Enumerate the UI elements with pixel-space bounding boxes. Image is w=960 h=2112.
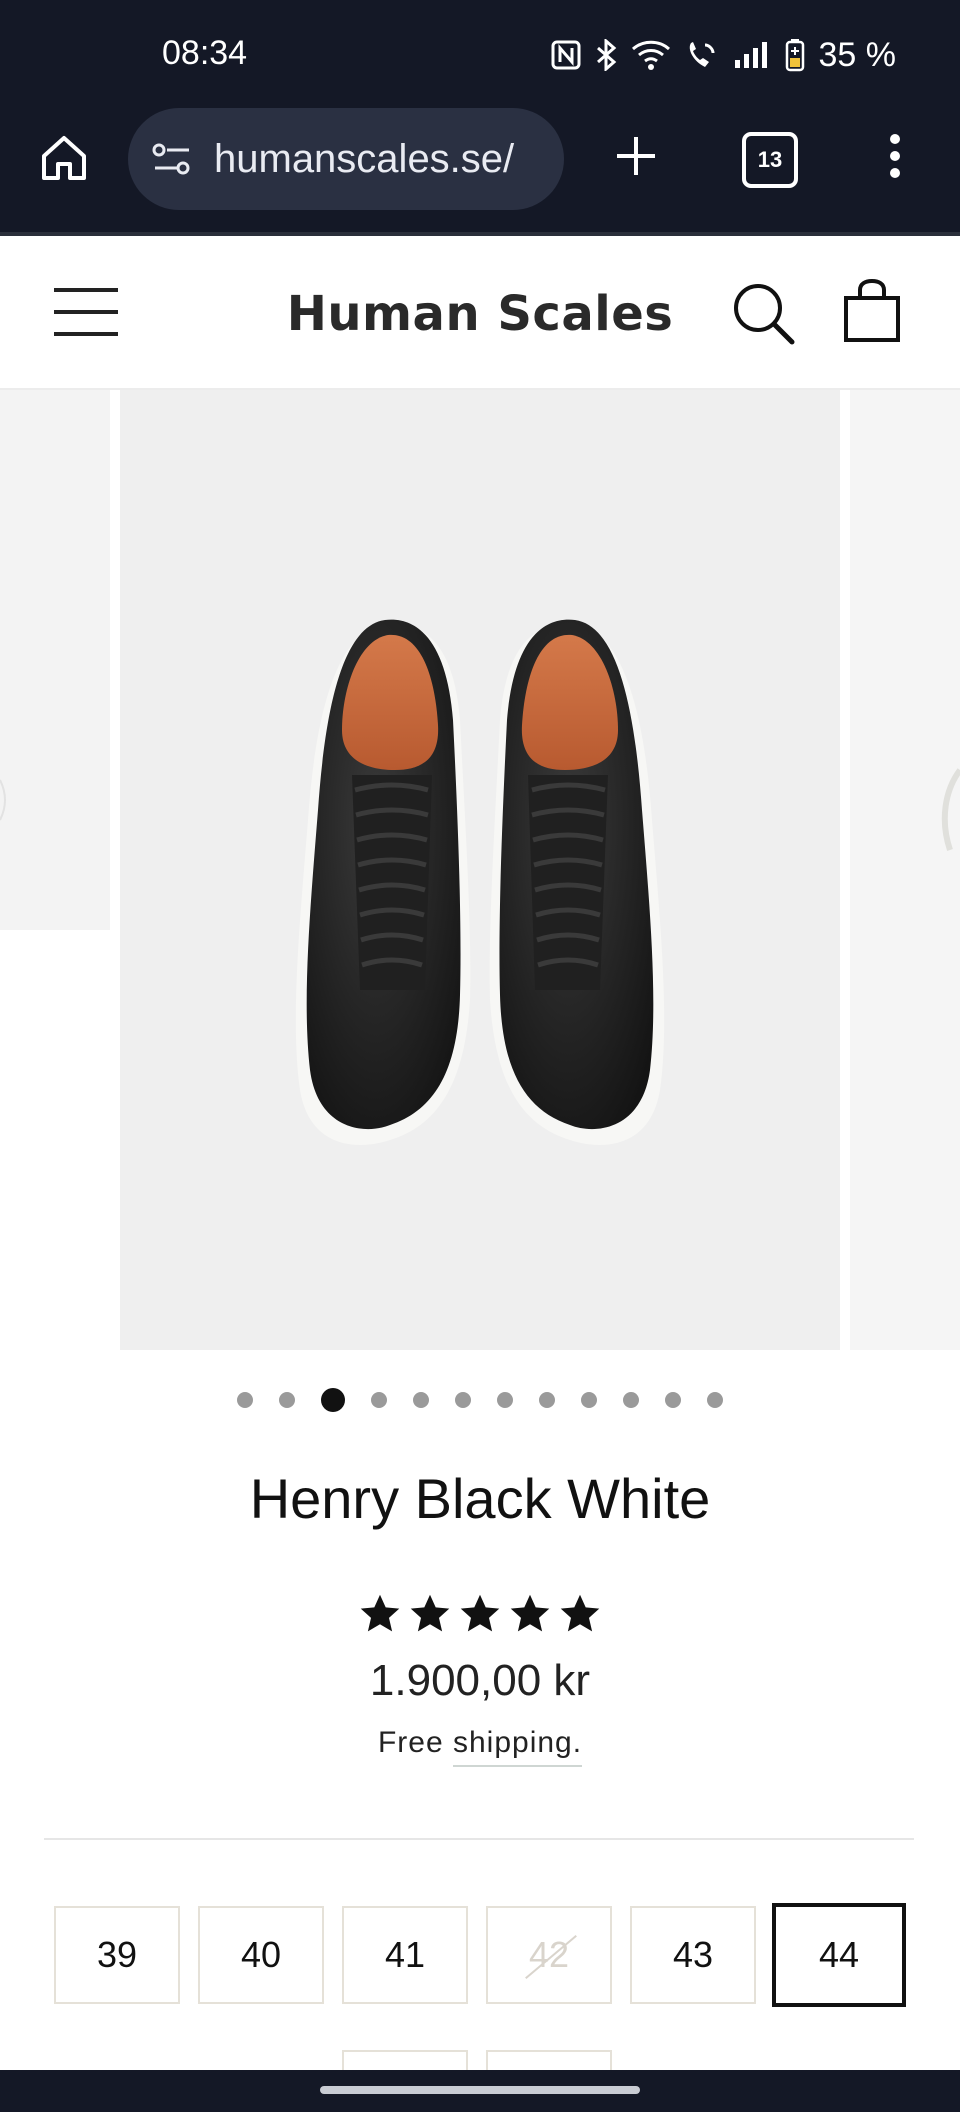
site-settings-icon[interactable] — [150, 137, 194, 181]
home-icon — [42, 136, 86, 180]
site-header: Human Scales — [0, 232, 960, 390]
size-option-39[interactable]: 39 — [54, 1906, 180, 2004]
system-navigation-bar — [0, 2070, 960, 2112]
size-option-44[interactable]: 44 — [772, 1903, 906, 2007]
url-text[interactable]: humanscales.se/ — [214, 137, 514, 182]
carousel-dot[interactable] — [237, 1392, 253, 1408]
carousel-dot[interactable] — [321, 1388, 345, 1412]
carousel-dot[interactable] — [497, 1392, 513, 1408]
size-selector: 39 40 41 42 43 44 — [54, 1903, 910, 2007]
new-tab-button[interactable] — [606, 126, 666, 186]
star-icon — [360, 1594, 400, 1632]
carousel-dot[interactable] — [707, 1392, 723, 1408]
wifi-calling-icon — [685, 39, 719, 71]
left-shoe — [295, 619, 471, 1145]
home-button[interactable] — [34, 128, 94, 188]
carousel-dot[interactable] — [539, 1392, 555, 1408]
carousel-dot[interactable] — [371, 1392, 387, 1408]
address-bar[interactable]: humanscales.se/ — [128, 108, 564, 210]
battery-level: 35 % — [818, 35, 897, 74]
product-price: 1.900,00 kr — [369, 1656, 591, 1705]
cart-icon[interactable] — [842, 278, 902, 344]
shipping-info: Free shipping. — [0, 1726, 960, 1767]
browser-menu-button[interactable] — [870, 126, 920, 186]
carousel-pagination — [0, 1388, 960, 1412]
status-bar: 08:34 35 % — [0, 0, 960, 108]
browser-toolbar: humanscales.se/ 13 — [0, 108, 960, 232]
star-icon — [410, 1594, 450, 1632]
battery-icon — [785, 38, 805, 72]
carousel-dot[interactable] — [279, 1392, 295, 1408]
carousel-dot[interactable] — [413, 1392, 429, 1408]
product-image[interactable] — [120, 390, 840, 1350]
star-icon — [510, 1594, 550, 1632]
product-image-carousel[interactable] — [0, 390, 960, 1350]
nfc-icon — [551, 40, 581, 70]
shipping-text: Free — [377, 1726, 453, 1759]
star-icon — [560, 1594, 600, 1632]
signal-icon — [733, 40, 771, 70]
wifi-icon — [631, 39, 671, 71]
star-icon — [460, 1594, 500, 1632]
bluetooth-icon — [595, 39, 617, 71]
right-shoe — [489, 619, 665, 1145]
tab-switcher-button[interactable]: 13 — [742, 132, 798, 188]
plus-icon — [617, 137, 655, 175]
status-time: 08:34 — [162, 34, 248, 72]
carousel-dot[interactable] — [665, 1392, 681, 1408]
carousel-dot[interactable] — [623, 1392, 639, 1408]
shipping-link[interactable]: shipping. — [452, 1726, 583, 1767]
rating-stars[interactable] — [0, 1592, 960, 1636]
previous-slide[interactable] — [0, 390, 110, 930]
gesture-handle[interactable] — [320, 2086, 640, 2094]
more-vert-icon — [890, 134, 900, 178]
menu-icon[interactable] — [54, 288, 118, 338]
product-title: Henry Black White — [249, 1467, 711, 1530]
search-icon[interactable] — [730, 280, 796, 346]
size-option-42[interactable]: 42 — [486, 1906, 612, 2004]
status-icons: 35 % — [551, 30, 897, 80]
carousel-dot[interactable] — [455, 1392, 471, 1408]
size-option-41[interactable]: 41 — [342, 1906, 468, 2004]
next-slide[interactable] — [850, 390, 960, 1350]
brand-logo[interactable]: Human Scales — [280, 286, 680, 342]
carousel-dot[interactable] — [581, 1392, 597, 1408]
size-selector-row-2 — [342, 2050, 632, 2080]
divider — [44, 1838, 914, 1840]
size-option-43[interactable]: 43 — [630, 1906, 756, 2004]
size-option-40[interactable]: 40 — [198, 1906, 324, 2004]
